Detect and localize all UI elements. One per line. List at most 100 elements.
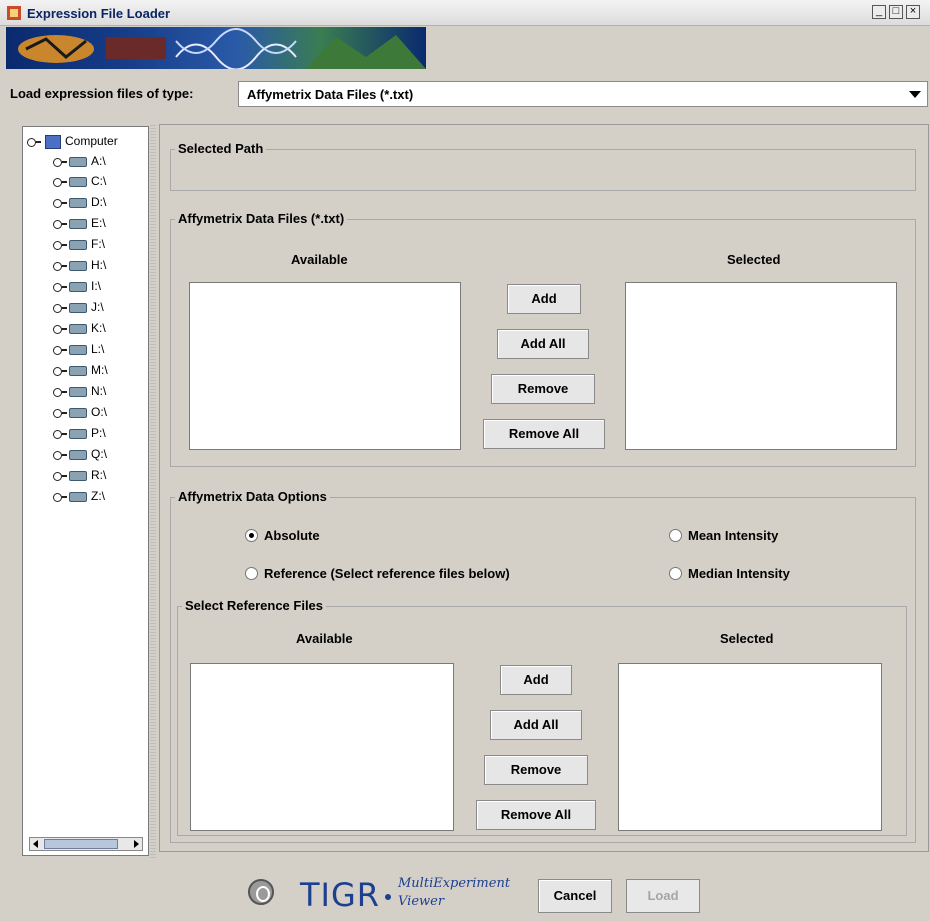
tree-expand-icon[interactable] (53, 282, 67, 292)
radio-unselected-icon[interactable] (245, 567, 258, 580)
data-files-remove-button[interactable]: Remove (491, 374, 595, 404)
scroll-left-icon[interactable] (33, 840, 38, 848)
tree-expand-icon[interactable] (53, 240, 67, 250)
tree-expand-icon[interactable] (53, 408, 67, 418)
drive-label: F:\ (91, 237, 105, 251)
drive-label: K:\ (91, 321, 106, 335)
drive-icon (69, 260, 87, 271)
scroll-right-icon[interactable] (134, 840, 139, 848)
tree-drive-o[interactable]: O:\ (53, 404, 107, 424)
loader-main-panel: Selected Path Affymetrix Data Files (*.t… (159, 124, 929, 852)
tree-drive-n[interactable]: N:\ (53, 383, 106, 403)
tree-expand-icon[interactable] (53, 345, 67, 355)
close-button[interactable]: × (906, 5, 920, 19)
load-type-row: Load expression files of type: Affymetri… (0, 78, 930, 108)
drive-icon (69, 176, 87, 187)
product-name-line1: MultiExperiment (398, 876, 511, 891)
tree-drive-f[interactable]: F:\ (53, 236, 105, 256)
radio-selected-icon[interactable] (245, 529, 258, 542)
tree-expand-icon[interactable] (27, 137, 41, 147)
tree-drive-h[interactable]: H:\ (53, 257, 106, 277)
reference-files-title: Select Reference Files (182, 598, 327, 613)
data-files-available-list[interactable] (189, 282, 461, 450)
scrollbar-thumb[interactable] (44, 839, 118, 849)
reference-radio[interactable]: Reference (Select reference files below) (245, 566, 510, 581)
reference-available-list[interactable] (190, 663, 454, 831)
window-title: Expression File Loader (27, 6, 171, 21)
tree-expand-icon[interactable] (53, 157, 67, 167)
tree-expand-icon[interactable] (53, 366, 67, 376)
file-type-dropdown[interactable]: Affymetrix Data Files (*.txt) (238, 81, 928, 107)
tree-expand-icon[interactable] (53, 471, 67, 481)
tree-expand-icon[interactable] (53, 492, 67, 502)
tree-root-label: Computer (65, 134, 118, 148)
tree-drive-p[interactable]: P:\ (53, 425, 106, 445)
data-files-selected-label: Selected (727, 252, 781, 267)
cancel-button[interactable]: Cancel (538, 879, 612, 913)
tree-drive-q[interactable]: Q:\ (53, 446, 107, 466)
drive-icon (69, 197, 87, 208)
file-type-selected: Affymetrix Data Files (*.txt) (247, 87, 414, 102)
tree-expand-icon[interactable] (53, 429, 67, 439)
selected-path-group: Selected Path (170, 141, 916, 191)
drive-label: Z:\ (91, 489, 105, 503)
reference-add-button[interactable]: Add (500, 665, 572, 695)
reference-remove-button[interactable]: Remove (484, 755, 588, 785)
reference-selected-list[interactable] (618, 663, 882, 831)
tree-drive-k[interactable]: K:\ (53, 320, 106, 340)
radio-unselected-icon[interactable] (669, 567, 682, 580)
drive-label: Q:\ (91, 447, 108, 461)
drive-label: N:\ (91, 384, 107, 398)
tree-expand-icon[interactable] (53, 324, 67, 334)
load-button[interactable]: Load (626, 879, 700, 913)
tree-drive-e[interactable]: E:\ (53, 215, 106, 235)
tree-drive-c[interactable]: C:\ (53, 173, 106, 193)
reference-add-all-button[interactable]: Add All (490, 710, 582, 740)
drive-label: L:\ (91, 342, 105, 356)
tigr-brand: TIGR (300, 876, 381, 914)
drive-label: R:\ (91, 468, 107, 482)
data-files-add-all-button[interactable]: Add All (497, 329, 589, 359)
absolute-label: Absolute (264, 528, 320, 543)
tree-expand-icon[interactable] (53, 261, 67, 271)
tree-drive-j[interactable]: J:\ (53, 299, 104, 319)
tree-expand-icon[interactable] (53, 387, 67, 397)
tree-drive-a[interactable]: A:\ (53, 153, 106, 173)
chevron-down-icon[interactable] (909, 91, 921, 98)
tree-expand-icon[interactable] (53, 303, 67, 313)
tree-drive-z[interactable]: Z:\ (53, 488, 105, 508)
tree-expand-icon[interactable] (53, 198, 67, 208)
reference-available-label: Available (296, 631, 353, 646)
data-files-remove-all-button[interactable]: Remove All (483, 419, 605, 449)
mean-intensity-radio[interactable]: Mean Intensity (669, 528, 778, 543)
data-files-add-button[interactable]: Add (507, 284, 581, 314)
reference-remove-all-button[interactable]: Remove All (476, 800, 596, 830)
tree-expand-icon[interactable] (53, 177, 67, 187)
median-intensity-radio[interactable]: Median Intensity (669, 566, 790, 581)
tree-drive-l[interactable]: L:\ (53, 341, 104, 361)
data-options-group: Affymetrix Data Options Absolute Referen… (170, 489, 916, 843)
tree-drive-r[interactable]: R:\ (53, 467, 106, 487)
absolute-radio[interactable]: Absolute (245, 528, 320, 543)
minimize-button[interactable]: _ (872, 5, 886, 19)
tree-expand-icon[interactable] (53, 219, 67, 229)
tree-drive-m[interactable]: M:\ (53, 362, 108, 382)
split-pane-divider[interactable] (150, 124, 156, 858)
drive-icon (69, 470, 87, 481)
tree-horizontal-scrollbar[interactable] (29, 837, 143, 851)
selected-path-title: Selected Path (175, 141, 267, 156)
drive-icon (69, 491, 87, 502)
tree-drive-d[interactable]: D:\ (53, 194, 106, 214)
radio-unselected-icon[interactable] (669, 529, 682, 542)
banner-graphic (18, 28, 426, 69)
maximize-button[interactable]: □ (889, 5, 903, 19)
tree-drive-i[interactable]: I:\ (53, 278, 101, 298)
drive-icon (69, 365, 87, 376)
tree-expand-icon[interactable] (53, 450, 67, 460)
tree-root-computer[interactable]: Computer (27, 133, 118, 153)
product-name-line2: Viewer (398, 894, 445, 909)
file-system-tree[interactable]: Computer A:\ C:\ D:\ E:\ F:\ H:\ I:\ J:\… (22, 126, 149, 856)
drive-label: J:\ (91, 300, 104, 314)
data-files-selected-list[interactable] (625, 282, 897, 450)
data-files-title: Affymetrix Data Files (*.txt) (175, 211, 348, 226)
